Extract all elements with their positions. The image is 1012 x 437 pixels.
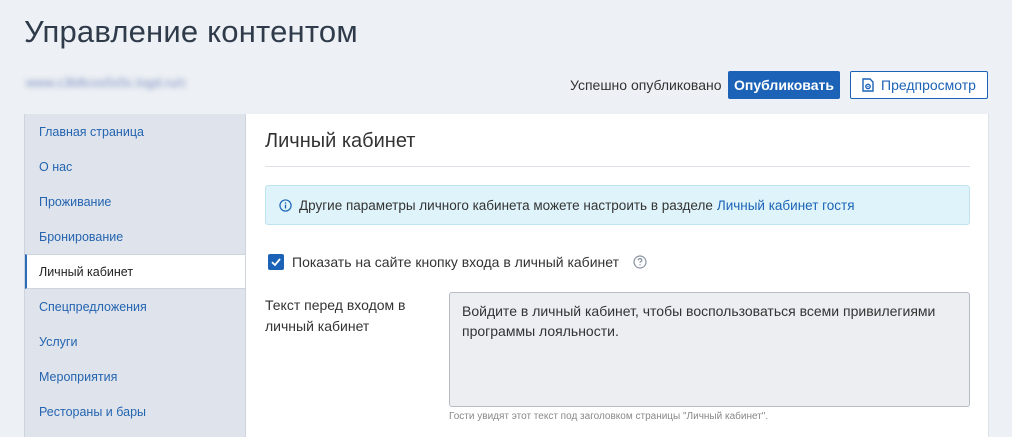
site-url[interactable]: www.c3b8cos5s5c.logd.ru/c	[26, 75, 186, 90]
preview-button-label: Предпросмотр	[881, 77, 976, 93]
page-title: Управление контентом	[24, 14, 358, 49]
section-title: Личный кабинет	[265, 130, 416, 152]
show-login-button-label[interactable]: Показать на сайте кнопку входа в личный …	[292, 254, 619, 270]
sidebar-item-about[interactable]: О нас	[25, 149, 246, 184]
checkmark-icon	[271, 258, 281, 267]
login-text-field[interactable]: Войдите в личный кабинет, чтобы воспольз…	[449, 292, 970, 407]
info-alert: Другие параметры личного кабинета можете…	[265, 185, 970, 225]
document-eye-icon	[862, 78, 874, 92]
sidebar-item-booking[interactable]: Бронирование	[25, 219, 246, 254]
sidebar: Главная страница О нас Проживание Бронир…	[24, 114, 248, 437]
sidebar-item-accommodation[interactable]: Проживание	[25, 184, 246, 219]
sidebar-item-events[interactable]: Мероприятия	[25, 359, 246, 394]
publish-button[interactable]: Опубликовать	[728, 71, 840, 99]
preview-button[interactable]: Предпросмотр	[850, 71, 988, 99]
content-panel: Личный кабинет Другие параметры личного …	[245, 114, 989, 437]
sidebar-item-services[interactable]: Услуги	[25, 324, 246, 359]
show-login-button-row: Показать на сайте кнопку входа в личный …	[268, 254, 647, 270]
info-link[interactable]: Личный кабинет гостя	[717, 198, 855, 213]
question-circle-icon[interactable]	[633, 255, 647, 269]
sidebar-item-personal-account[interactable]: Личный кабинет	[25, 254, 248, 289]
info-text: Другие параметры личного кабинета можете…	[299, 197, 713, 213]
login-text-hint: Гости увидят этот текст под заголовком с…	[449, 411, 769, 422]
info-circle-icon	[279, 198, 292, 212]
sidebar-item-home[interactable]: Главная страница	[25, 114, 246, 149]
sidebar-item-restaurants[interactable]: Рестораны и бары	[25, 394, 246, 429]
show-login-button-checkbox[interactable]	[268, 254, 284, 270]
publish-status: Успешно опубликовано	[570, 77, 722, 93]
login-text-label: Текст перед входом в личный кабинет	[265, 297, 406, 334]
divider	[265, 166, 970, 167]
sidebar-item-special-offers[interactable]: Спецпредложения	[25, 289, 246, 324]
